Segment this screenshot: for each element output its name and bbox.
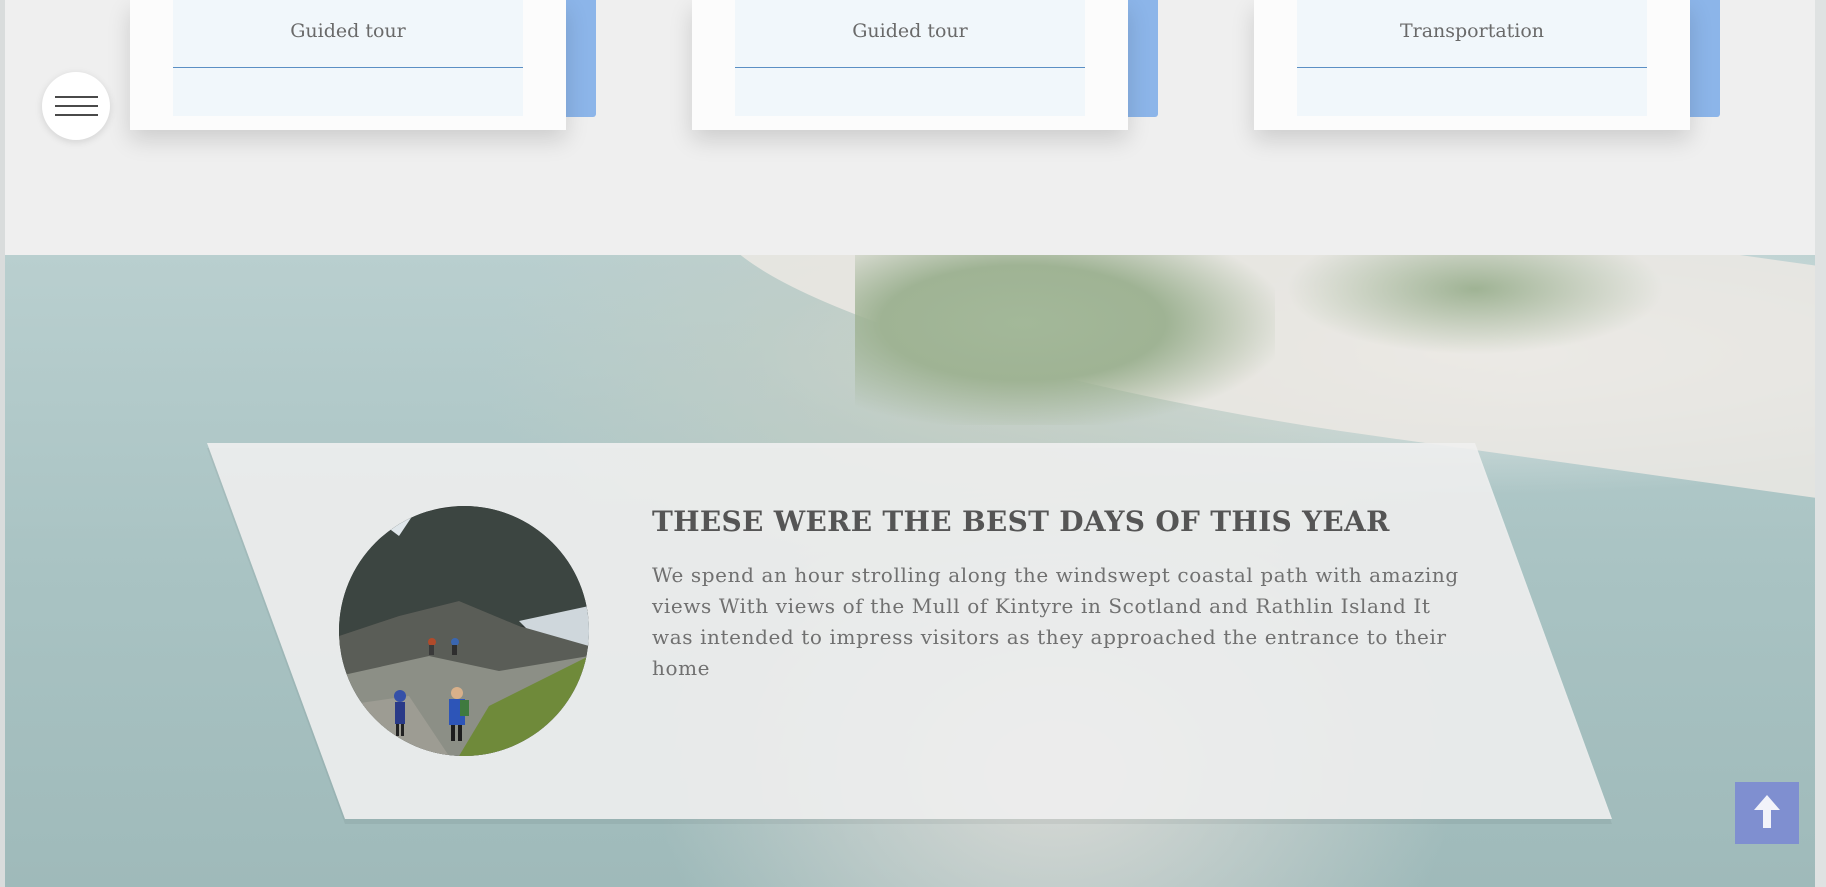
card-body: Guided tour (130, 0, 566, 130)
service-card-1[interactable]: Guided tour (130, 0, 596, 130)
menu-bar (55, 105, 98, 107)
menu-bar (55, 96, 98, 98)
hikers-photo (339, 506, 589, 756)
arrow-up-icon (1754, 795, 1780, 828)
feature-description: We spend an hour strolling along the win… (652, 563, 1459, 680)
service-card-label: Transportation (1399, 20, 1545, 42)
card-body: Transportation (1254, 0, 1690, 130)
feature-title: THESE WERE THE BEST DAYS OF THIS YEAR (652, 505, 1390, 538)
service-card-2[interactable]: Guided tour (692, 0, 1158, 130)
service-card-label: Guided tour (852, 20, 968, 42)
vegetation-shape (855, 255, 1275, 425)
service-card-label: Guided tour (290, 20, 406, 42)
card-divider (1297, 67, 1647, 68)
scroll-to-top-button[interactable] (1735, 782, 1799, 844)
card-inner: Guided tour (735, 0, 1085, 116)
card-body: Guided tour (692, 0, 1128, 130)
service-card-3[interactable]: Transportation (1254, 0, 1720, 130)
card-inner: Transportation (1297, 0, 1647, 116)
card-divider (735, 67, 1085, 68)
hikers-photo-illustration (339, 506, 589, 756)
services-section: Guided tour Guided tour Transportation (5, 0, 1815, 255)
card-inner: Guided tour (173, 0, 523, 116)
menu-bar (55, 114, 98, 116)
hamburger-menu-icon[interactable] (42, 72, 110, 140)
right-page-edge (1815, 0, 1826, 887)
card-divider (173, 67, 523, 68)
vegetation-shape (1285, 255, 1665, 355)
